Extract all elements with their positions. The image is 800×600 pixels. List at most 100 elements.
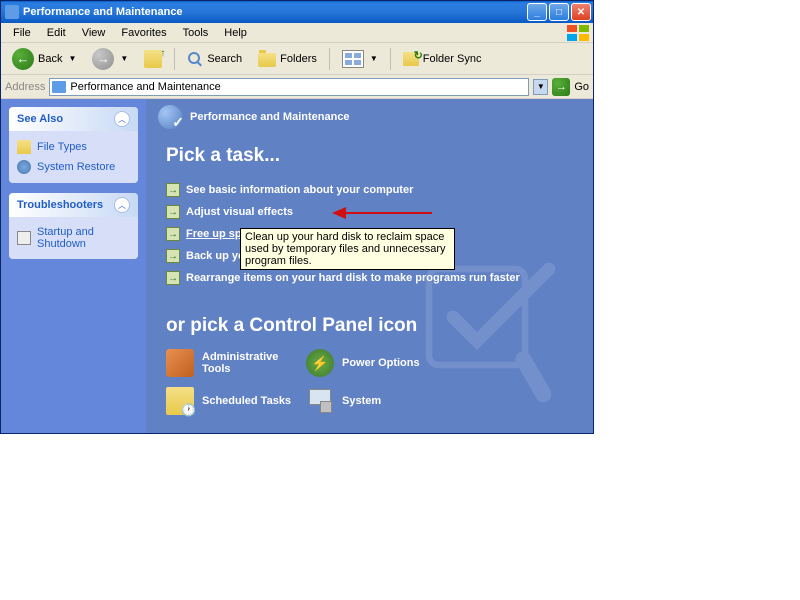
task-arrow-icon: → [166,183,180,197]
window: Performance and Maintenance _ □ ✕ File E… [0,0,594,434]
task-arrow-icon: → [166,227,180,241]
power-options-label: Power Options [342,357,420,369]
troubleshooters-body: Startup and Shutdown [9,217,138,259]
menu-favorites[interactable]: Favorites [113,25,174,41]
search-icon [187,51,203,67]
forward-icon: → [92,48,114,70]
pick-task-heading: Pick a task... [166,145,573,167]
menu-view[interactable]: View [74,25,114,41]
windows-flag-icon [567,25,589,41]
back-button[interactable]: ← Back ▼ [5,44,83,74]
category-icon [158,105,182,129]
folder-icon [258,53,276,67]
forward-button[interactable]: → ▼ [85,44,135,74]
views-button[interactable]: ▼ [335,46,385,72]
sidebar-link-startup-shutdown[interactable]: Startup and Shutdown [17,223,130,253]
cp-system[interactable]: System [306,387,436,415]
see-also-body: File Types System Restore [9,131,138,183]
cp-scheduled-tasks[interactable]: Scheduled Tasks [166,387,296,415]
pick-icon-heading: or pick a Control Panel icon [166,315,573,337]
maximize-button[interactable]: □ [549,3,569,21]
address-value: Performance and Maintenance [70,81,526,93]
startup-shutdown-icon [17,231,31,245]
menu-help[interactable]: Help [216,25,255,41]
scheduled-tasks-icon [166,387,194,415]
task-rearrange-label: Rearrange items on your hard disk to mak… [186,272,520,284]
views-icon [342,50,364,68]
content-area: See Also ︿ File Types System Restore [1,99,593,433]
control-panel-icons: Administrative Tools Power Options Sched… [166,349,573,415]
troubleshooters-panel: Troubleshooters ︿ Startup and Shutdown [9,193,138,259]
address-bar: Address Performance and Maintenance ▼ → … [1,75,593,99]
task-arrow-icon: → [166,271,180,285]
sidebar: See Also ︿ File Types System Restore [1,99,146,433]
address-label: Address [5,81,45,93]
file-types-label: File Types [37,141,87,153]
app-icon [5,5,19,19]
toolbar: ← Back ▼ → ▼ Search Folders ▼ Folder Syn… [1,43,593,75]
back-icon: ← [12,48,34,70]
back-dropdown-icon: ▼ [68,54,76,63]
collapse-icon[interactable]: ︿ [114,111,130,127]
troubleshooters-header[interactable]: Troubleshooters ︿ [9,193,138,217]
search-label: Search [207,53,242,65]
toolbar-separator [329,48,330,70]
menu-file[interactable]: File [5,25,39,41]
task-rearrange[interactable]: → Rearrange items on your hard disk to m… [166,267,573,289]
system-restore-label: System Restore [37,161,115,173]
address-field[interactable]: Performance and Maintenance [49,78,529,96]
views-dropdown-icon: ▼ [370,54,378,63]
go-label: Go [574,81,589,93]
cp-power-options[interactable]: Power Options [306,349,436,377]
forward-dropdown-icon: ▼ [120,54,128,63]
collapse-icon[interactable]: ︿ [114,197,130,213]
toolbar-separator [390,48,391,70]
system-label: System [342,395,381,407]
back-label: Back [38,53,62,65]
task-basic-info[interactable]: → See basic information about your compu… [166,179,573,201]
folder-sync-label: Folder Sync [423,53,482,65]
sidebar-link-file-types[interactable]: File Types [17,137,130,157]
go-button[interactable]: → [552,78,570,96]
admin-tools-label: Administrative Tools [202,351,296,375]
address-dropdown-button[interactable]: ▼ [533,79,548,95]
menu-edit[interactable]: Edit [39,25,74,41]
window-controls: _ □ ✕ [527,3,591,21]
troubleshooters-title: Troubleshooters [17,199,103,211]
see-also-title: See Also [17,113,63,125]
power-options-icon [306,349,334,377]
minimize-button[interactable]: _ [527,3,547,21]
menu-tools[interactable]: Tools [175,25,217,41]
annotation-arrow-icon [332,205,432,221]
folder-sync-button[interactable]: Folder Sync [396,48,489,70]
menubar: File Edit View Favorites Tools Help [1,23,593,43]
task-basic-info-label: See basic information about your compute… [186,184,413,196]
main-body: Pick a task... → See basic information a… [146,135,593,425]
up-button[interactable] [137,46,169,72]
close-button[interactable]: ✕ [571,3,591,21]
task-arrow-icon: → [166,205,180,219]
admin-tools-icon [166,349,194,377]
toolbar-separator [174,48,175,70]
scheduled-tasks-label: Scheduled Tasks [202,395,291,407]
main-header: Performance and Maintenance [146,99,593,135]
see-also-panel: See Also ︿ File Types System Restore [9,107,138,183]
sidebar-link-system-restore[interactable]: System Restore [17,157,130,177]
see-also-header[interactable]: See Also ︿ [9,107,138,131]
file-types-icon [17,140,31,154]
task-arrow-icon: → [166,249,180,263]
folders-button[interactable]: Folders [251,47,324,71]
startup-shutdown-label: Startup and Shutdown [37,226,130,250]
folders-label: Folders [280,53,317,65]
titlebar: Performance and Maintenance _ □ ✕ [1,1,593,23]
up-folder-icon [144,50,162,68]
system-icon [306,387,334,415]
search-button[interactable]: Search [180,47,249,71]
address-icon [52,81,66,93]
task-visual-effects-label: Adjust visual effects [186,206,293,218]
cp-admin-tools[interactable]: Administrative Tools [166,349,296,377]
folder-sync-icon [403,52,419,66]
window-title: Performance and Maintenance [23,6,527,18]
tooltip: Clean up your hard disk to reclaim space… [240,228,455,270]
category-title: Performance and Maintenance [190,111,350,123]
